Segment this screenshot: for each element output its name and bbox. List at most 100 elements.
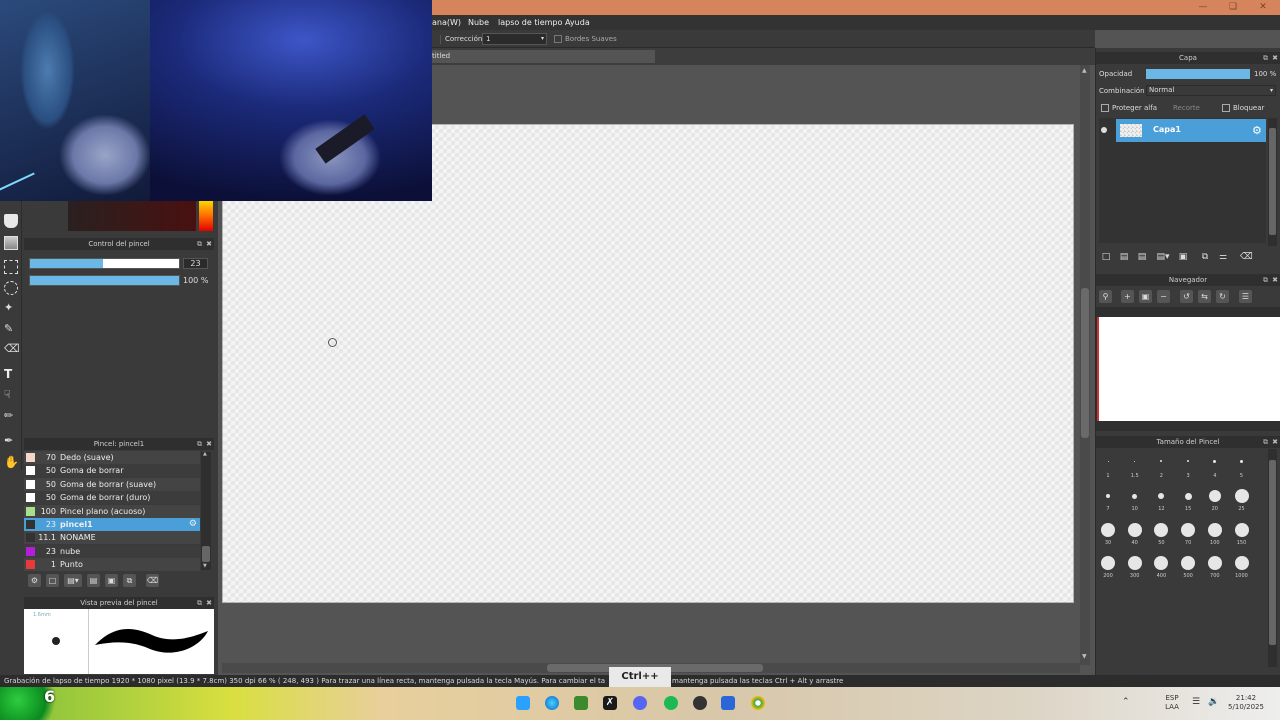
zoom-out-icon[interactable]: −	[1157, 290, 1170, 303]
navigator-menu-icon[interactable]: ☰	[1239, 290, 1252, 303]
close-window-button[interactable]: ✕	[1248, 0, 1278, 15]
text-tool-icon[interactable]: T	[4, 367, 18, 381]
brush-list-item[interactable]: 100 Pincel plano (acuoso)	[24, 504, 200, 518]
brush-size-value[interactable]: 23	[183, 258, 208, 269]
brush-size-option[interactable]	[1132, 493, 1138, 499]
restore-button[interactable]: ❏	[1218, 0, 1248, 15]
vertical-scroll-thumb[interactable]	[1081, 288, 1089, 438]
new-folder-icon[interactable]: ▣	[1177, 251, 1189, 263]
brush-size-option[interactable]	[1234, 555, 1249, 570]
select-eraser-icon[interactable]: ⌫	[4, 342, 20, 356]
magic-wand-icon[interactable]: ✦	[4, 301, 18, 315]
spotify-icon[interactable]	[664, 696, 678, 710]
edge-icon[interactable]	[545, 696, 559, 710]
brush-size-option[interactable]	[1234, 522, 1249, 537]
delete-layer-icon[interactable]: ⌫	[1240, 251, 1253, 263]
layer-visibility-icon[interactable]	[1101, 127, 1107, 133]
new-layer-8bit-icon[interactable]: ▤	[1118, 251, 1130, 263]
rotate-right-icon[interactable]: ↻	[1216, 290, 1229, 303]
close-panel-icon[interactable]: ✖	[206, 438, 212, 450]
zoom-icon[interactable]: ⚲	[1099, 290, 1112, 303]
hand-icon[interactable]: ✋	[4, 455, 19, 469]
brush-size-option[interactable]	[1213, 459, 1217, 463]
flip-icon[interactable]: ⇆	[1198, 290, 1211, 303]
brush-list-item[interactable]: 23 nube	[24, 544, 200, 558]
merge-layer-icon[interactable]: ⚌	[1217, 251, 1229, 263]
scroll-down-icon[interactable]: ▼	[203, 563, 207, 569]
brush-size-option[interactable]	[1127, 555, 1142, 570]
clock[interactable]: 21:42 5/10/2025	[1224, 694, 1268, 712]
brush-file-icon[interactable]: ▤	[87, 574, 100, 587]
new-brush-icon[interactable]: □	[46, 574, 59, 587]
new-layer-menu-icon[interactable]: ▤▾	[1154, 251, 1172, 263]
obs-icon[interactable]	[693, 696, 707, 710]
document-tab[interactable]: titled	[428, 50, 655, 63]
scroll-up-icon[interactable]: ▲	[203, 451, 207, 457]
brush-settings-icon[interactable]: ⚙	[28, 574, 41, 587]
close-panel-icon[interactable]: ✖	[1272, 52, 1278, 64]
soft-edges-checkbox[interactable]	[554, 35, 562, 43]
layer-settings-icon[interactable]: ⚙	[1252, 124, 1262, 137]
scroll-down-icon[interactable]: ▼	[1082, 653, 1087, 660]
float-panel-icon[interactable]: ⧉	[1263, 52, 1268, 64]
chevron-up-icon[interactable]: ⌃	[1122, 697, 1130, 707]
terminal-icon[interactable]: ✗	[603, 696, 617, 710]
brush-size-option[interactable]	[1154, 522, 1169, 537]
brush-size-option[interactable]	[1184, 492, 1192, 500]
brush-size-option[interactable]	[1107, 460, 1109, 462]
new-layer-icon[interactable]: □	[1100, 251, 1112, 263]
lasso-icon[interactable]	[4, 281, 18, 295]
scroll-up-icon[interactable]: ▲	[1082, 67, 1087, 74]
brush-list-item[interactable]: 50 Goma de borrar	[24, 464, 200, 478]
brush-size-option[interactable]	[1234, 489, 1249, 504]
brush-list-item[interactable]: 23 pincel1 ⚙	[24, 518, 200, 531]
minimize-button[interactable]: —	[1188, 0, 1218, 15]
brush-size-option[interactable]	[1127, 522, 1142, 537]
rect-select-icon[interactable]	[4, 260, 18, 274]
brush-size-option[interactable]	[1181, 555, 1196, 570]
brush-menu-icon[interactable]: ▤▾	[64, 574, 82, 587]
brush-size-option[interactable]	[1101, 522, 1115, 537]
layer-opacity-slider[interactable]	[1146, 69, 1250, 79]
clipping-label[interactable]: Recorte	[1173, 104, 1200, 112]
menu-help[interactable]: Ayuda	[565, 18, 590, 27]
brush-list-item[interactable]: 50 Goma de borrar (duro)	[24, 491, 200, 505]
operation-icon[interactable]: ☟	[4, 388, 18, 402]
app-icon[interactable]	[721, 696, 735, 710]
wifi-icon[interactable]: ☰	[1192, 697, 1200, 707]
rotate-left-icon[interactable]: ↺	[1180, 290, 1193, 303]
correction-select[interactable]: 1 ▾	[482, 33, 547, 45]
gradient-icon[interactable]	[4, 236, 18, 250]
chrome-icon[interactable]	[751, 696, 765, 710]
minecraft-icon[interactable]	[574, 696, 588, 710]
brush-size-option[interactable]	[1207, 522, 1222, 537]
protect-alpha-checkbox[interactable]	[1101, 104, 1109, 112]
brush-size-option[interactable]	[1208, 490, 1221, 503]
brush-opacity-slider[interactable]	[29, 275, 180, 286]
float-panel-icon[interactable]: ⧉	[197, 238, 202, 250]
menu-timelapse[interactable]: lapso de tiempo	[498, 18, 562, 27]
float-panel-icon[interactable]: ⧉	[197, 438, 202, 450]
brush-size-scroll-thumb[interactable]	[1269, 460, 1276, 645]
explorer-icon[interactable]	[516, 696, 530, 710]
menu-cloud[interactable]: Nube	[468, 18, 489, 27]
zoom-in-icon[interactable]: +	[1121, 290, 1134, 303]
float-panel-icon[interactable]: ⧉	[1263, 436, 1268, 448]
discord-icon[interactable]	[633, 696, 647, 710]
float-panel-icon[interactable]: ⧉	[1263, 274, 1268, 286]
copy-brush-icon[interactable]: ⧉	[123, 574, 136, 587]
close-panel-icon[interactable]: ✖	[1272, 274, 1278, 286]
close-panel-icon[interactable]: ✖	[206, 597, 212, 609]
hue-slider[interactable]	[199, 201, 213, 231]
brush-list-item[interactable]: 1 Punto	[24, 558, 200, 572]
brush-size-slider[interactable]	[29, 258, 180, 269]
new-layer-1bit-icon[interactable]: ▤	[1136, 251, 1148, 263]
close-panel-icon[interactable]: ✖	[1272, 436, 1278, 448]
copy-layer-icon[interactable]: ⧉	[1199, 251, 1211, 263]
blend-mode-select[interactable]: Normal ▾	[1146, 85, 1276, 96]
pen-icon[interactable]: ✒	[4, 434, 18, 448]
brush-list-item[interactable]: 11.1 NONAME	[24, 531, 200, 545]
layer-row[interactable]: Capa1 ⚙	[1116, 119, 1266, 142]
float-panel-icon[interactable]: ⧉	[197, 597, 202, 609]
bucket-icon[interactable]	[4, 214, 18, 228]
